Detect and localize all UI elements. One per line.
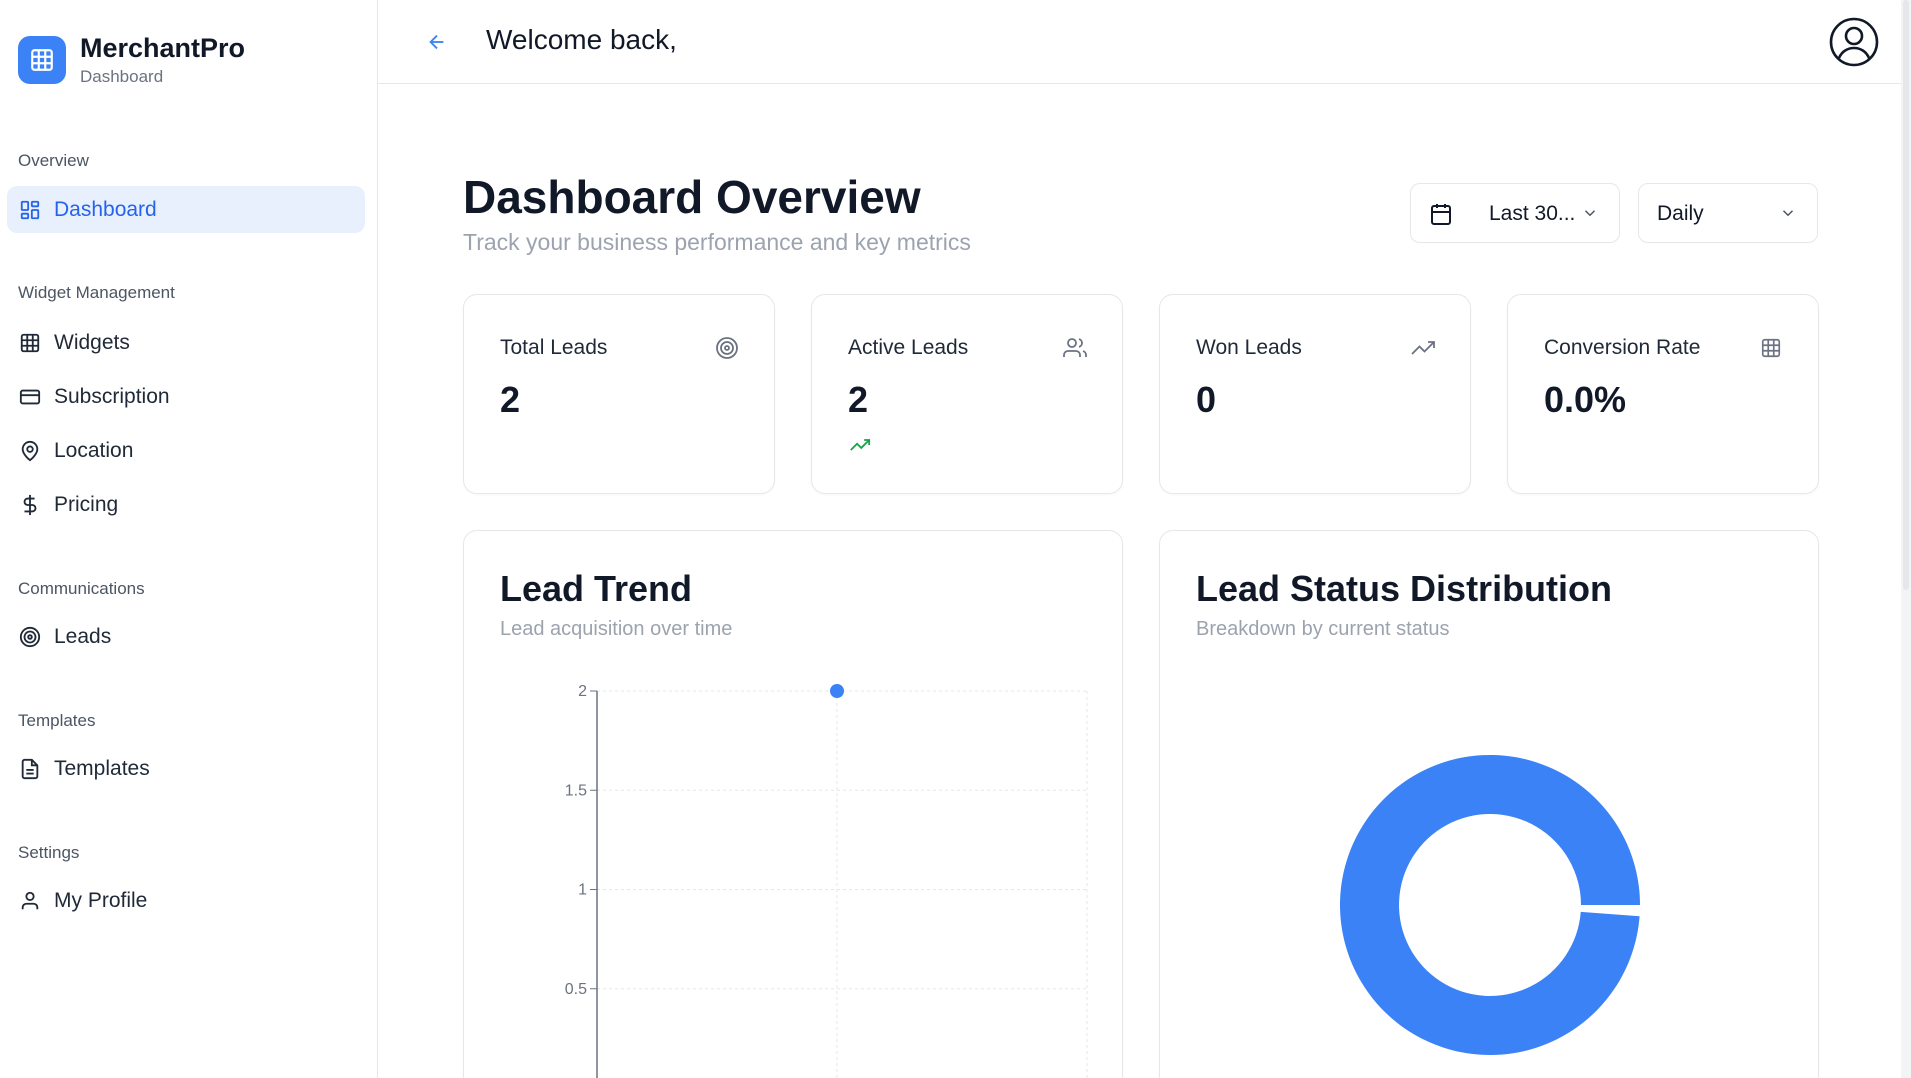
user-circle-icon [1829, 17, 1879, 67]
y-tick-label: 0.5 [565, 981, 587, 998]
chevron-down-icon [1779, 204, 1797, 228]
target-icon [18, 625, 42, 649]
nav-section-settings: Settings [18, 843, 80, 862]
stat-label: Won Leads [1196, 336, 1302, 359]
brand-subtitle: Dashboard [80, 67, 164, 86]
y-tick-label: 2 [578, 683, 587, 700]
dashboard-icon [18, 198, 42, 222]
sidebar-item-label: Templates [54, 756, 150, 780]
sidebar-item-subscription[interactable]: Subscription [7, 373, 365, 420]
date-range-select[interactable]: Last 30... [1410, 183, 1620, 243]
donut-slice [1340, 754, 1640, 1055]
nav-section-widget-management: Widget Management [18, 283, 175, 302]
brand-name: MerchantPro [80, 33, 246, 63]
stat-label: Total Leads [500, 336, 608, 359]
sidebar-item-location[interactable]: Location [7, 427, 365, 474]
stat-card-won-leads: Won Leads 0 [1159, 294, 1471, 494]
stat-label: Active Leads [848, 336, 969, 359]
sidebar-item-label: Leads [54, 624, 112, 648]
sidebar-item-leads[interactable]: Leads [7, 613, 365, 660]
sidebar: MerchantPro Dashboard Overview Dashboard… [0, 0, 378, 1078]
stat-card-conversion-rate: Conversion Rate 0.0% [1507, 294, 1819, 494]
sidebar-item-templates[interactable]: Templates [7, 745, 365, 792]
stat-value: 0.0% [1544, 379, 1627, 420]
trending-up-icon [1410, 335, 1436, 361]
sidebar-item-pricing[interactable]: Pricing [7, 481, 365, 528]
brand[interactable]: MerchantPro Dashboard [18, 32, 245, 88]
page-subtitle: Track your business performance and key … [463, 229, 971, 255]
calendar-icon [1429, 202, 1453, 226]
welcome-text: Welcome back, [486, 24, 677, 55]
sidebar-item-widgets[interactable]: Widgets [7, 319, 365, 366]
back-button[interactable] [422, 28, 452, 56]
sidebar-item-label: My Profile [54, 888, 148, 912]
data-point [830, 684, 844, 698]
sidebar-item-dashboard[interactable]: Dashboard [7, 186, 365, 233]
lead-trend-chart: 00.511.52 [565, 683, 1088, 1078]
dollar-icon [18, 493, 42, 517]
grid-icon [18, 36, 66, 84]
grid-icon [18, 331, 42, 355]
period-select[interactable]: Daily [1638, 183, 1818, 243]
nav-section-overview: Overview [18, 151, 89, 170]
users-icon [1062, 335, 1088, 361]
period-value: Daily [1657, 202, 1704, 225]
stat-value: 0 [1196, 379, 1217, 420]
stat-label: Conversion Rate [1544, 336, 1701, 359]
stat-card-active-leads: Active Leads 2 [811, 294, 1123, 494]
stat-value: 2 [500, 379, 521, 420]
trending-up-icon [848, 435, 874, 457]
y-tick-label: 1.5 [565, 782, 587, 799]
y-tick-label: 1 [578, 882, 587, 899]
chevron-down-icon [1581, 204, 1599, 228]
top-header: Welcome back, [378, 0, 1901, 84]
sidebar-item-label: Subscription [54, 384, 170, 408]
sidebar-item-my-profile[interactable]: My Profile [7, 877, 365, 924]
sidebar-item-label: Pricing [54, 492, 119, 516]
sidebar-item-label: Widgets [54, 330, 130, 354]
app-root: MerchantPro Dashboard Overview Dashboard… [0, 0, 1911, 1078]
map-pin-icon [18, 439, 42, 463]
nav-section-communications: Communications [18, 579, 145, 598]
target-icon [714, 335, 740, 361]
user-menu-button[interactable] [1828, 16, 1880, 68]
stat-card-total-leads: Total Leads 2 [463, 294, 775, 494]
grid-icon [1758, 335, 1784, 361]
lead-status-donut-chart [1340, 754, 1640, 1055]
file-text-icon [18, 757, 42, 781]
date-range-value: Last 30... [1489, 202, 1576, 225]
user-icon [18, 889, 42, 913]
credit-card-icon [18, 385, 42, 409]
lead-status-panel: Lead Status Distribution Breakdown by cu… [1159, 530, 1819, 1078]
sidebar-item-label: Dashboard [54, 197, 157, 221]
nav-section-templates: Templates [18, 711, 96, 730]
arrow-left-icon [429, 34, 444, 50]
lead-trend-panel: Lead Trend Lead acquisition over time 00… [463, 530, 1123, 1078]
scrollbar-thumb[interactable] [1903, 0, 1909, 590]
stat-value: 2 [848, 379, 869, 420]
page-title: Dashboard Overview [463, 171, 921, 223]
sidebar-item-label: Location [54, 438, 134, 462]
